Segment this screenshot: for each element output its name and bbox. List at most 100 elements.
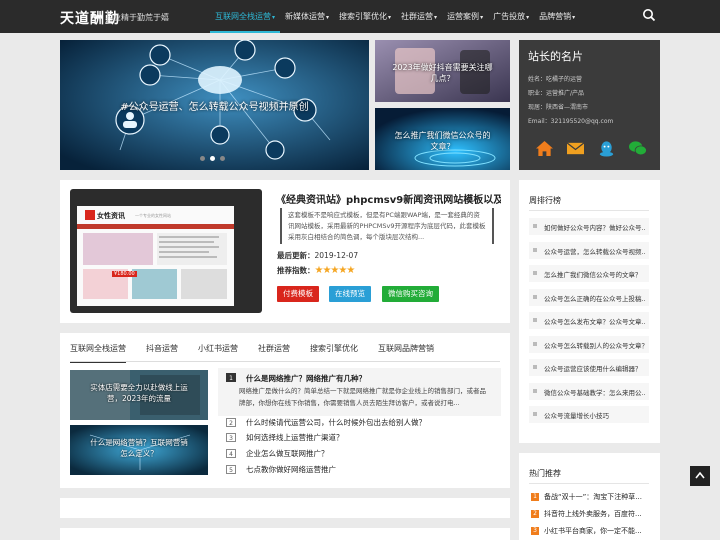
search-icon[interactable] [642,8,656,22]
social-links [535,140,647,157]
mini-feature-caption[interactable]: 实体店需要全力以赴做线上运 营，2023年的流量 [70,382,208,404]
nav-item-label: 广告投放 [493,12,526,21]
hot-rank-number: 3 [531,527,539,535]
ranking-item-label: 公众号怎么转载别人的公众号文章？ [544,341,646,350]
nav-item-label: 搜索引擎优化 [339,12,388,21]
featured-title[interactable]: 什么是网络推广？网络推广有几种？ [246,373,366,384]
site-slogan: 业精于勤荒于嬉 [113,13,169,22]
paid-template-button[interactable]: 付费模板 [277,286,319,302]
ranking-item[interactable]: 微信公众号基础教学：怎么来用公... [529,382,649,400]
sidebar-divider [529,483,649,484]
theme-title[interactable]: 《经典资讯站》phpcmsv9新闻资讯网站模板以及源码... [276,191,501,206]
main-menu: 互联网全栈运营▾ 新媒体运营▾ 搜索引擎优化▾ 社群运营▾ 运营案例▾ 广告投放▾ 品牌营销… [210,0,580,33]
nav-item[interactable]: 新媒体运营▾ [280,0,334,33]
mini-feature-1[interactable]: 实体店需要全力以赴做线上运 营，2023年的流量 [70,370,208,420]
nav-item-label: 新媒体运营 [285,12,326,21]
bullet-icon [533,388,537,393]
list-number: 5 [226,465,236,474]
article-link[interactable]: 什么时候请代运营公司，什么时候外包出去给别人做？ [246,417,426,428]
ranking-item[interactable]: 公众号怎么转载别人的公众号文章？ [529,335,649,353]
carousel-dot[interactable] [220,156,225,161]
banner-carousel[interactable]: #公众号运营、怎么转载公众号视频并原创 [60,40,369,170]
side-feature-1[interactable]: 2023年做好抖音需要关注哪 几点？ [375,40,510,102]
article-link[interactable]: 企业怎么做互联网推广？ [246,448,329,459]
list-number: 2 [226,418,236,427]
carousel-dot-active[interactable] [210,156,215,161]
tab-divider [70,361,500,362]
site-logo[interactable]: 天道酬勤 [60,8,120,28]
hot-recommend-title: 热门推荐 [529,469,561,478]
theme-screenshot-image [77,206,234,306]
hot-rank-number: 1 [531,493,539,501]
category-tab[interactable]: 互联网品牌营销 [378,343,434,363]
nav-item[interactable]: 社群运营▾ [396,0,442,33]
qq-icon[interactable] [597,140,616,157]
chevron-down-icon: ▾ [326,14,330,21]
side-feature-2[interactable]: 怎么推广我们微信公众号的 文章？ [375,108,510,170]
bullet-icon [533,412,537,416]
wechat-icon[interactable] [628,140,647,157]
carousel-dots [200,156,225,161]
chevron-down-icon: ▾ [480,14,484,21]
hot-article-link[interactable]: 小红书平台商家，你一定不能... [544,526,649,536]
ranking-item[interactable]: 公众号怎么正确的在公众号上投稿... [529,288,649,306]
thumb-price: ¥180.00 [112,271,137,277]
chevron-down-icon: ▾ [572,14,576,21]
hot-article-link[interactable]: 抖音符上线外卖服务，百度符... [544,509,649,519]
star-rating-icon: ★★★★★ [314,265,356,276]
ranking-item[interactable]: 公众号流量增长小技巧 [529,406,649,423]
chevron-down-icon: ▾ [272,14,276,21]
bullet-icon [533,271,537,275]
featured-desc: 网络推广是做什么的？简单总结一下就是网络推广就是你企业线上的销售部门，或者品牌部… [239,387,486,407]
ranking-item[interactable]: 公众号怎么发布文章？公众号文章... [529,312,649,329]
ranking-item[interactable]: 公众号运营应该使用什么编辑器？ [529,359,649,376]
mini-feature-2[interactable]: 什么是网络营销？互联网营销 怎么定义？ [70,425,208,475]
weekly-ranking-title: 周排行榜 [529,196,561,205]
nav-item[interactable]: 互联网全栈运营▾ [210,0,281,33]
qr-code-icon[interactable] [690,466,710,486]
ranking-item[interactable]: 公众号运营，怎么转载公众号视频... [529,241,649,259]
category-tab[interactable]: 互联网全栈运营 [70,343,126,363]
online-preview-button[interactable]: 在线预览 [329,286,371,302]
article-link[interactable]: 如何选择线上运营推广渠道？ [246,432,344,443]
theme-thumbnail[interactable]: 女性资讯 一个专业的女性网站 ¥180.00 [77,206,234,306]
ranking-item[interactable]: 怎么推广我们微信公众号的文章？ [529,265,649,282]
ranking-item[interactable]: 如何做好公众号内容？做好公众号... [529,218,649,235]
hot-rank-number: 2 [531,510,539,518]
article-link[interactable]: 七点教你做好网络运营推广 [246,464,336,475]
ranking-item-label: 怎么推广我们微信公众号的文章？ [544,271,642,279]
nav-item[interactable]: 搜索引擎优化▾ [334,0,396,33]
bullet-icon [533,318,537,322]
profile-location: 现居：陕西省—渭南市 [528,104,589,111]
list-number: 3 [226,433,236,442]
theme-updated-date: 2019-12-07 [314,251,359,260]
profile-email: Email：321195520@qq.com [528,118,614,125]
side-feature-caption[interactable]: 2023年做好抖音需要关注哪 几点？ [375,62,510,84]
side-feature-caption[interactable]: 怎么推广我们微信公众号的 文章？ [375,130,510,152]
category-tab[interactable]: 抖音运营 [146,343,178,363]
category-tab[interactable]: 小红书运营 [198,343,238,363]
content-card [60,498,510,518]
ranking-item-label: 微信公众号基础教学：怎么来用公... [544,388,646,397]
category-tab[interactable]: 搜索引擎优化 [310,343,358,363]
theme-description: 这套模板不是响应式模板，但是有PC端跟WAP端，是一套经典的资讯网站模板，采用最… [280,208,494,244]
nav-item[interactable]: 广告投放▾ [488,0,534,33]
home-icon[interactable] [535,140,554,157]
logo-divider [107,10,108,23]
wechat-purchase-button[interactable]: 微信购买咨询 [382,286,439,302]
mail-icon[interactable] [566,140,585,157]
nav-item[interactable]: 运营案例▾ [442,0,488,33]
ranking-item-label: 公众号怎么发布文章？公众号文章... [544,318,646,326]
chevron-down-icon: ▾ [388,14,392,21]
mini-feature-caption[interactable]: 什么是网络营销？互联网营销 怎么定义？ [70,437,208,459]
nav-item[interactable]: 品牌营销▾ [534,0,580,33]
carousel-dot[interactable] [200,156,205,161]
banner-caption[interactable]: #公众号运营、怎么转载公众号视频并原创 [60,98,369,113]
hot-article-link[interactable]: 备战“双十一”：淘宝下注种草... [544,492,649,502]
bullet-icon [533,294,537,299]
thumb-tagline: 一个专业的女性网站 [135,213,171,218]
profile-job: 职业：运营推广/产品 [528,90,585,97]
category-tab[interactable]: 社群运营 [258,343,290,363]
content-card [60,528,510,540]
sidebar-divider [529,210,649,211]
